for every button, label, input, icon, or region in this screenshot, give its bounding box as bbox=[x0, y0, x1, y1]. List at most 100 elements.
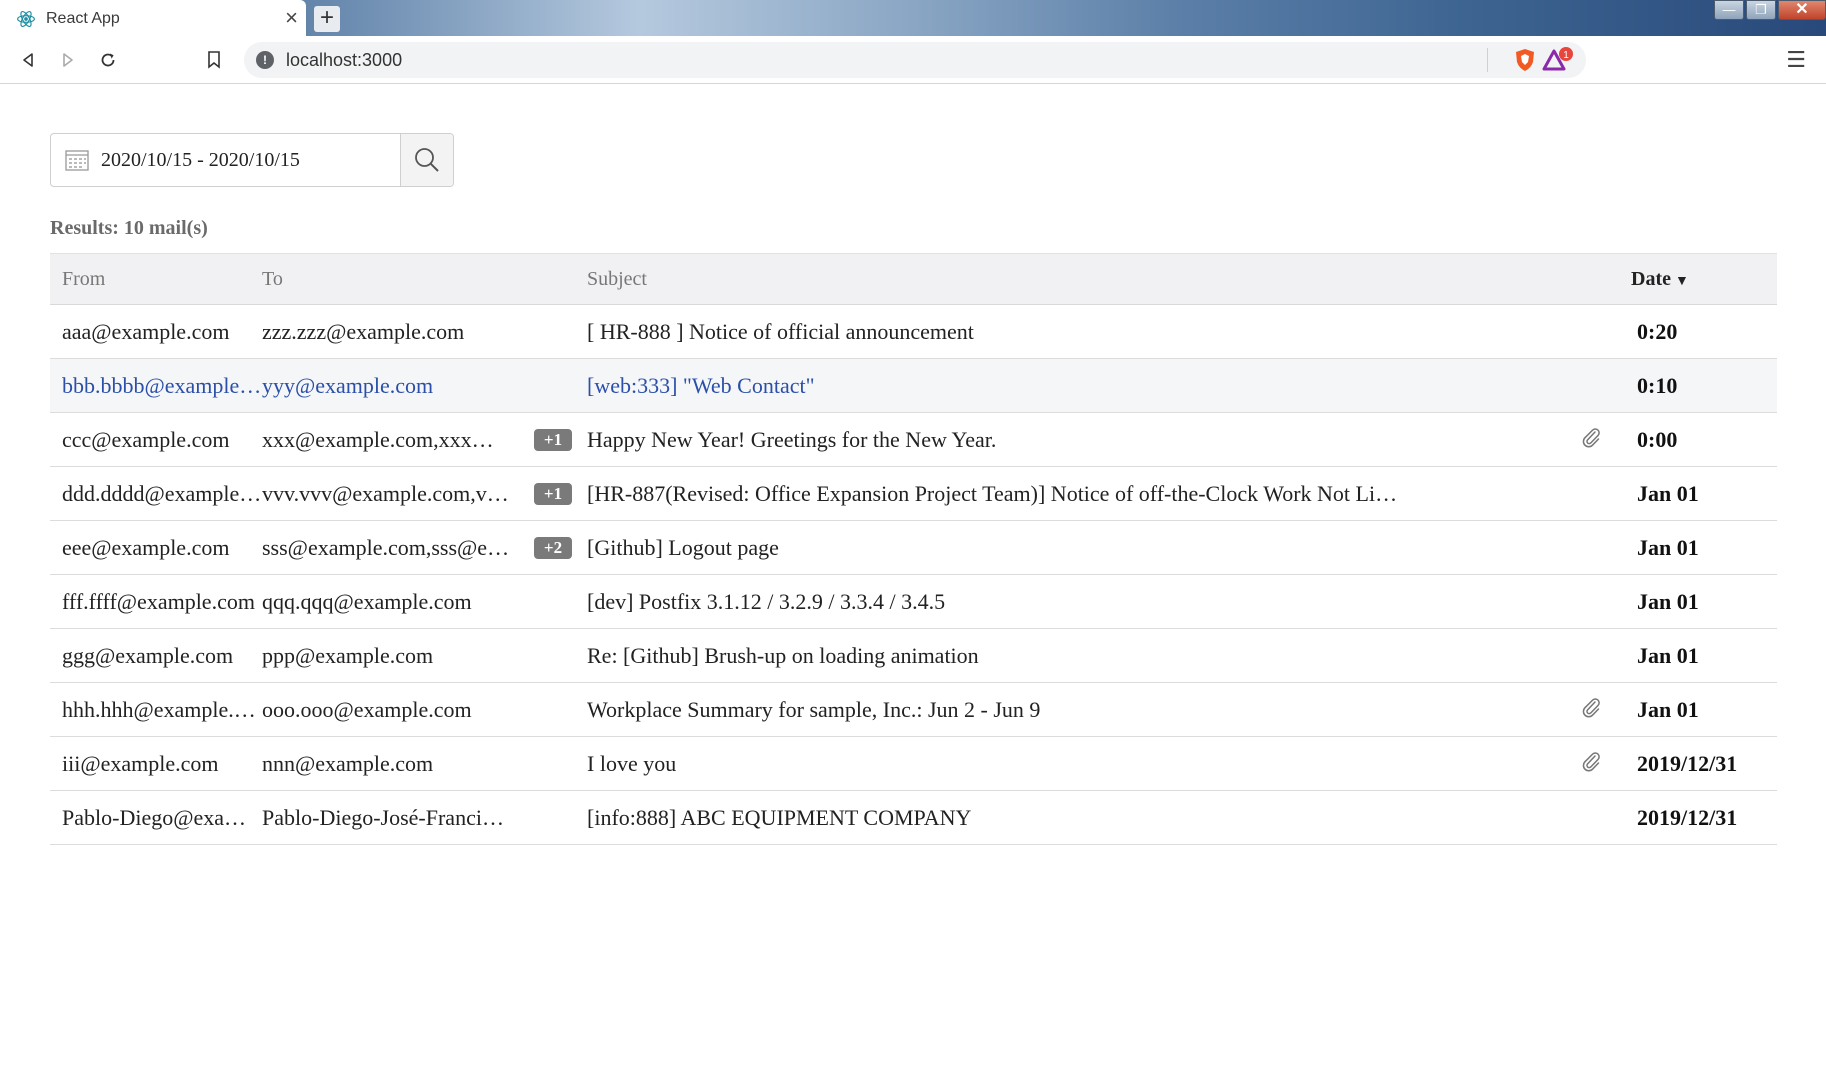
row-to: ppp@example.com bbox=[262, 642, 434, 668]
table-row[interactable]: fff.ffff@example.com qqq.qqq@example.com [… bbox=[50, 575, 1777, 629]
row-date: Jan 01 bbox=[1637, 642, 1699, 668]
maximize-button[interactable]: ❐ bbox=[1746, 0, 1776, 20]
row-date: Jan 01 bbox=[1637, 480, 1699, 506]
reload-icon bbox=[101, 53, 115, 67]
mail-table: From To Subject Date ▼ aaa@example.com zzz… bbox=[50, 253, 1777, 845]
row-from: ggg@example.com bbox=[62, 642, 234, 668]
date-range-field[interactable]: 2020/10/15 - 2020/10/15 bbox=[51, 134, 400, 186]
menu-icon[interactable]: ☰ bbox=[1786, 48, 1806, 73]
row-date: Jan 01 bbox=[1637, 534, 1699, 560]
header-subject[interactable]: Subject bbox=[587, 268, 1527, 291]
bookmark-icon bbox=[208, 51, 220, 69]
tab-title: React App bbox=[46, 10, 120, 27]
row-date: 0:20 bbox=[1637, 318, 1678, 344]
table-row[interactable]: ddd.dddd@example.com vvv.vvv@example.com,… bbox=[50, 467, 1777, 521]
row-date: Jan 01 bbox=[1637, 696, 1699, 722]
browser-toolbar: ! localhost:3000 1 ☰ bbox=[0, 36, 1826, 84]
table-row[interactable]: hhh.hhh@example.com ooo.ooo@example.com Wo… bbox=[50, 683, 1777, 737]
brave-rewards-icon[interactable]: 1 bbox=[1542, 47, 1576, 73]
omnibox-divider bbox=[1487, 48, 1488, 72]
address-bar[interactable]: ! localhost:3000 1 bbox=[244, 42, 1586, 78]
header-date[interactable]: Date ▼ bbox=[1615, 268, 1777, 291]
row-subject: Workplace Summary for sample, Inc.: Jun … bbox=[587, 696, 1041, 722]
new-tab-button[interactable]: + bbox=[314, 6, 340, 32]
row-to: Pablo-Diego-José-Francisco@example.com bbox=[262, 804, 512, 830]
search-button[interactable] bbox=[400, 134, 453, 186]
recipient-count-badge: +1 bbox=[534, 482, 572, 505]
search-icon bbox=[415, 148, 439, 172]
forward-arrow-icon bbox=[63, 53, 73, 67]
row-to: zzz.zzz@example.com bbox=[262, 318, 465, 344]
results-count: Results: 10 mail(s) bbox=[50, 217, 208, 239]
mail-search-page: 2020/10/15 - 2020/10/15 Results: 10 mail… bbox=[0, 85, 1826, 1080]
paperclip-icon bbox=[1581, 750, 1601, 778]
row-date: Jan 01 bbox=[1637, 588, 1699, 614]
react-logo-icon bbox=[17, 11, 35, 27]
row-from: fff.ffff@example.com bbox=[62, 588, 255, 614]
table-header: From To Subject Date ▼ bbox=[50, 253, 1777, 305]
header-to[interactable]: To bbox=[262, 268, 512, 291]
row-subject: Re: [Github] Brush-up on loading animati… bbox=[587, 642, 979, 668]
header-date-label: Date bbox=[1631, 267, 1671, 290]
recipient-count-badge: +1 bbox=[534, 428, 572, 451]
tab-close-icon[interactable]: × bbox=[285, 7, 298, 29]
row-recipient-count: +2 bbox=[512, 536, 587, 559]
url-text[interactable]: localhost:3000 bbox=[286, 50, 402, 71]
row-recipient-count: +1 bbox=[512, 428, 587, 451]
row-from: iii@example.com bbox=[62, 750, 219, 776]
brave-shields-icon[interactable] bbox=[1514, 48, 1536, 72]
row-subject: Happy New Year! Greetings for the New Ye… bbox=[587, 426, 997, 452]
minimize-button[interactable]: — bbox=[1714, 0, 1744, 20]
date-range-value[interactable]: 2020/10/15 - 2020/10/15 bbox=[101, 149, 300, 172]
row-from: ddd.dddd@example.com bbox=[62, 480, 262, 506]
table-row[interactable]: bbb.bbbb@example.com yyy@example.com [web:… bbox=[50, 359, 1777, 413]
row-from: aaa@example.com bbox=[62, 318, 230, 344]
table-row[interactable]: ccc@example.com xxx@example.com,xxx@examp… bbox=[50, 413, 1777, 467]
window-close-button[interactable]: ✕ bbox=[1778, 0, 1826, 20]
row-to: qqq.qqq@example.com bbox=[262, 588, 472, 614]
back-button[interactable] bbox=[14, 46, 42, 74]
forward-button[interactable] bbox=[54, 46, 82, 74]
row-attachment bbox=[1527, 696, 1615, 724]
row-from: hhh.hhh@example.com bbox=[62, 696, 262, 722]
window-controls: — ❐ ✕ bbox=[1712, 0, 1826, 24]
row-from: Pablo-Diego@example.com bbox=[62, 804, 262, 830]
row-subject: [Github] Logout page bbox=[587, 534, 779, 560]
row-date: 2019/12/31 bbox=[1637, 804, 1738, 830]
row-attachment bbox=[1527, 750, 1615, 778]
row-from: ccc@example.com bbox=[62, 426, 230, 452]
site-info-icon[interactable]: ! bbox=[256, 51, 274, 69]
row-subject: [web:333] "Web Contact" bbox=[587, 372, 815, 398]
table-row[interactable]: Pablo-Diego@example.comPablo-Diego-José-… bbox=[50, 791, 1777, 845]
browser-tab[interactable]: React App × bbox=[0, 0, 306, 38]
row-date: 0:00 bbox=[1637, 426, 1678, 452]
row-date: 2019/12/31 bbox=[1637, 750, 1738, 776]
rewards-count: 1 bbox=[1563, 50, 1569, 61]
row-subject: [dev] Postfix 3.1.12 / 3.2.9 / 3.3.4 / 3… bbox=[587, 588, 946, 614]
row-to: ooo.ooo@example.com bbox=[262, 696, 472, 722]
date-range-picker[interactable]: 2020/10/15 - 2020/10/15 bbox=[50, 133, 454, 187]
row-subject: I love you bbox=[587, 750, 677, 776]
reload-button[interactable] bbox=[94, 46, 122, 74]
row-attachment bbox=[1527, 426, 1615, 454]
header-from[interactable]: From bbox=[50, 268, 262, 291]
row-from: bbb.bbbb@example.com bbox=[62, 372, 262, 398]
row-to: vvv.vvv@example.com,vvv@example.com bbox=[262, 480, 512, 506]
row-to: xxx@example.com,xxx@example.com bbox=[262, 426, 512, 452]
sort-desc-icon: ▼ bbox=[1674, 273, 1689, 289]
row-recipient-count: +1 bbox=[512, 482, 587, 505]
table-row[interactable]: iii@example.com nnn@example.com I love you… bbox=[50, 737, 1777, 791]
row-subject: [ HR-888 ] Notice of official announceme… bbox=[587, 318, 974, 344]
table-body: aaa@example.com zzz.zzz@example.com [ HR-8… bbox=[50, 305, 1777, 845]
recipient-count-badge: +2 bbox=[534, 536, 572, 559]
table-row[interactable]: eee@example.com sss@example.com,sss@examp… bbox=[50, 521, 1777, 575]
row-date: 0:10 bbox=[1637, 372, 1678, 398]
browser-titlebar: React App × + — ❐ ✕ bbox=[0, 0, 1826, 38]
paperclip-icon bbox=[1581, 426, 1601, 454]
table-row[interactable]: ggg@example.com ppp@example.com Re: [Githu… bbox=[50, 629, 1777, 683]
paperclip-icon bbox=[1581, 696, 1601, 724]
row-to: sss@example.com,sss@example.com bbox=[262, 534, 512, 560]
table-row[interactable]: aaa@example.com zzz.zzz@example.com [ HR-8… bbox=[50, 305, 1777, 359]
bookmark-button[interactable] bbox=[200, 46, 228, 74]
row-from: eee@example.com bbox=[62, 534, 230, 560]
